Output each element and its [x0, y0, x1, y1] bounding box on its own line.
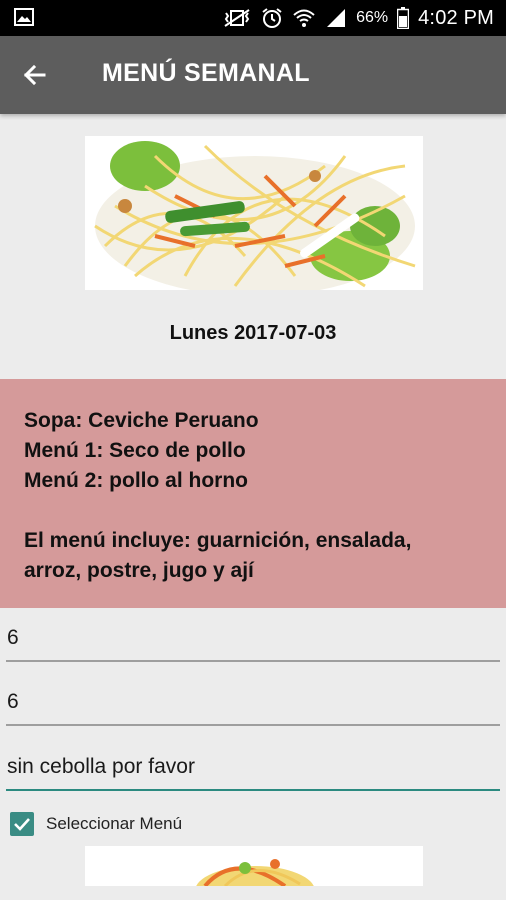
menu-includes-line-1: El menú incluye: guarnición, ensalada,	[24, 529, 412, 552]
quantity-field-1-value: 6	[7, 626, 19, 649]
dish-photo	[85, 136, 423, 290]
next-dish-photo	[85, 846, 423, 886]
quantity-field-2[interactable]: 6	[6, 684, 500, 726]
status-bar: 66% 4:02 PM	[0, 0, 506, 36]
vibrate-mute-icon	[224, 9, 250, 27]
quantity-field-1[interactable]: 6	[6, 620, 500, 662]
app-toolbar: MENÚ SEMANAL	[0, 36, 506, 114]
check-icon	[14, 818, 30, 831]
signal-icon	[327, 9, 346, 27]
menu-option-2-line: Menú 2: pollo al horno	[24, 469, 248, 492]
notes-field-value: sin cebolla por favor	[7, 755, 195, 778]
select-menu-checkbox[interactable]	[10, 812, 34, 836]
select-menu-label: Seleccionar Menú	[46, 814, 183, 833]
menu-date: Lunes 2017-07-03	[169, 322, 337, 344]
menu-option-1-line: Menú 1: Seco de pollo	[24, 439, 246, 462]
wifi-icon	[293, 9, 315, 27]
menu-soup-line: Sopa: Ceviche Peruano	[24, 409, 259, 432]
select-menu-row[interactable]: Seleccionar Menú	[10, 810, 182, 838]
menu-includes-line-2: arroz, postre, jugo y ají	[24, 559, 254, 582]
gallery-icon	[14, 8, 34, 26]
menu-description: Sopa: Ceviche Peruano Menú 1: Seco de po…	[0, 379, 506, 608]
quantity-field-2-value: 6	[7, 690, 19, 713]
page-title: MENÚ SEMANAL	[102, 59, 310, 87]
clock-time: 4:02 PM	[418, 6, 494, 29]
arrow-left-icon[interactable]	[18, 58, 52, 92]
battery-percent: 66%	[356, 9, 389, 26]
alarm-icon	[262, 8, 282, 28]
battery-icon	[397, 7, 410, 29]
notes-field[interactable]: sin cebolla por favor	[6, 749, 500, 791]
